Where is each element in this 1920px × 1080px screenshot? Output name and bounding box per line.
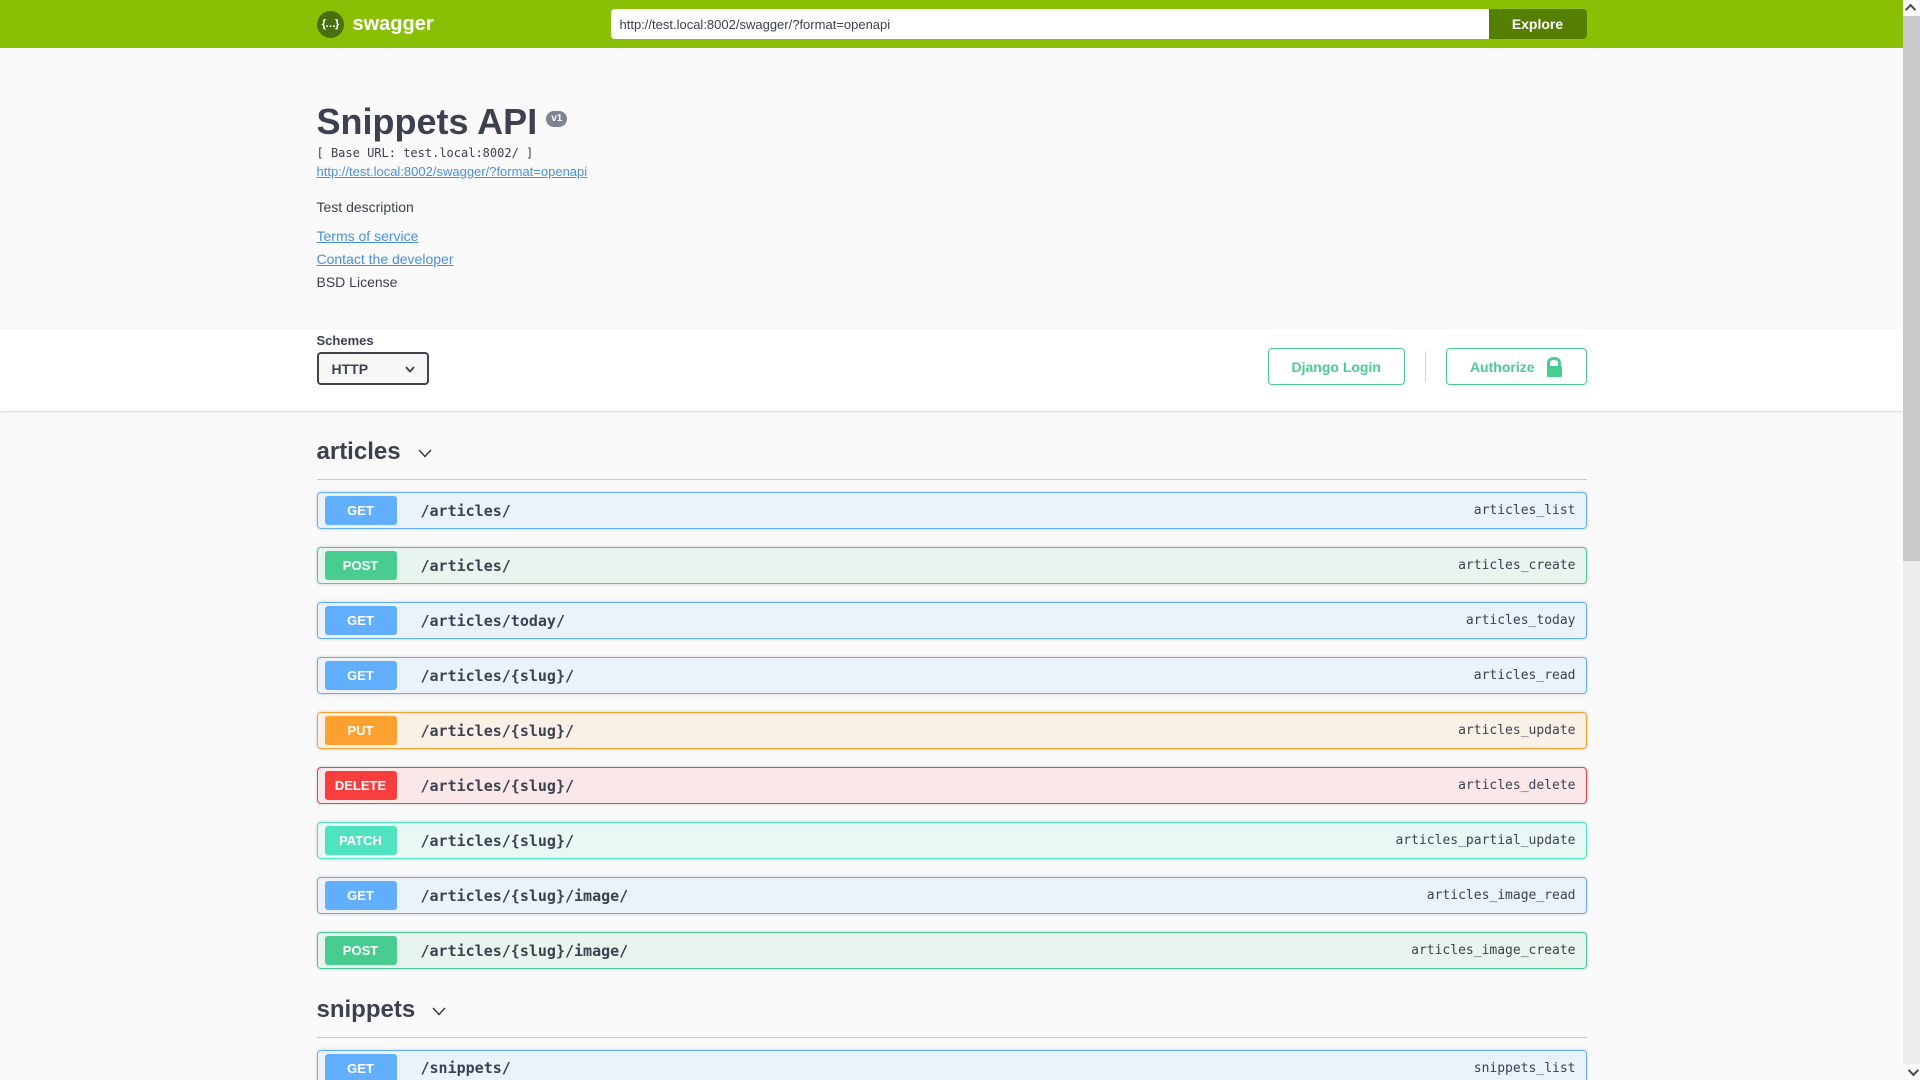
operation-id: articles_update bbox=[1458, 723, 1576, 739]
operation-path: /articles/{slug}/image/ bbox=[420, 941, 629, 960]
section-header-articles[interactable]: articles bbox=[316, 438, 1587, 481]
operation-row[interactable]: GET/articles/articles_list bbox=[316, 492, 1587, 530]
operation-row[interactable]: GET/articles/{slug}/image/articles_image… bbox=[316, 877, 1587, 915]
contact-developer-link[interactable]: Contact the developer bbox=[317, 251, 454, 267]
section-header-snippets[interactable]: snippets bbox=[316, 996, 1587, 1038]
operation-row[interactable]: PUT/articles/{slug}/ articles_update bbox=[316, 712, 1587, 750]
method-badge: PUT bbox=[324, 716, 397, 746]
method-badge: PATCH bbox=[324, 826, 397, 856]
auth-separator bbox=[1424, 351, 1426, 383]
explore-button[interactable]: Explore bbox=[1488, 9, 1587, 39]
swagger-logo-icon: {…} bbox=[316, 10, 344, 38]
authorize-button[interactable]: Authorize bbox=[1445, 348, 1587, 386]
chevron-down-icon bbox=[1907, 1064, 1919, 1077]
swagger-logo: {…} swagger bbox=[316, 10, 434, 38]
operation-row[interactable]: GET/articles/today/articles_today bbox=[316, 602, 1587, 640]
method-badge: GET bbox=[324, 661, 397, 691]
operation-row[interactable]: DELETE/articles/{slug}/ articles_delete bbox=[316, 767, 1587, 805]
operation-id: articles_image_create bbox=[1411, 943, 1576, 959]
auth-wrapper: Django Login Authorize bbox=[1267, 348, 1587, 386]
operation-path: /articles/{slug}/ bbox=[420, 831, 575, 850]
operation-row[interactable]: PATCH/articles/{slug}/ articles_partial_u… bbox=[316, 822, 1587, 860]
operation-path: /snippets/ bbox=[420, 1059, 511, 1078]
license-label: BSD License bbox=[316, 274, 398, 291]
operation-row[interactable]: POST/articles/articles_create bbox=[316, 547, 1587, 585]
method-badge: GET bbox=[324, 1053, 397, 1080]
page-title: Snippets API v1 bbox=[317, 101, 1587, 142]
unlock-icon bbox=[1546, 356, 1563, 377]
operation-row[interactable]: GET/articles/{slug}/ articles_read bbox=[316, 657, 1587, 695]
api-description: Test description bbox=[316, 199, 414, 216]
scrollbar-thumb[interactable] bbox=[1903, 16, 1920, 561]
operation-id: articles_read bbox=[1473, 668, 1576, 684]
api-title-text: Snippets API bbox=[316, 101, 538, 142]
operation-id: articles_image_read bbox=[1426, 888, 1576, 904]
operation-row[interactable]: POST/articles/{slug}/image/articles_imag… bbox=[316, 932, 1587, 970]
django-login-label: Django Login bbox=[1291, 358, 1381, 375]
chevron-down-icon bbox=[432, 1007, 446, 1016]
method-badge: GET bbox=[324, 496, 397, 526]
method-badge: POST bbox=[324, 936, 397, 966]
schemes-block: Schemes HTTP bbox=[316, 333, 429, 386]
base-url: [ Base URL: test.local:8002/ ] bbox=[316, 146, 534, 161]
spec-url-input[interactable] bbox=[610, 9, 1489, 39]
scroll-down-button[interactable] bbox=[1903, 1064, 1920, 1080]
operation-path: /articles/today/ bbox=[420, 611, 566, 630]
operation-id: snippets_list bbox=[1473, 1060, 1576, 1076]
operation-id: articles_create bbox=[1458, 558, 1576, 574]
api-info-section: Snippets API v1 [ Base URL: test.local:80… bbox=[0, 48, 1903, 329]
chevron-down-icon bbox=[404, 366, 415, 373]
swagger-ui-page: {…} swagger Explore Snippets API v1 [ Bas… bbox=[0, 0, 1920, 1080]
section-title: snippets bbox=[316, 996, 416, 1024]
scheme-select[interactable]: HTTP bbox=[316, 352, 429, 386]
spec-link[interactable]: http://test.local:8002/swagger/?format=o… bbox=[317, 164, 588, 179]
operation-path: /articles/{slug}/image/ bbox=[420, 886, 629, 905]
operation-path: /articles/ bbox=[420, 556, 511, 575]
operation-id: articles_partial_update bbox=[1395, 833, 1576, 849]
method-badge: GET bbox=[324, 881, 397, 911]
terms-of-service-link[interactable]: Terms of service bbox=[317, 228, 419, 244]
operation-id: articles_today bbox=[1465, 613, 1576, 629]
operation-path: /articles/{slug}/ bbox=[420, 666, 575, 685]
operation-path: /articles/{slug}/ bbox=[420, 776, 575, 795]
scheme-container: Schemes HTTP Django Login Authorize bbox=[0, 329, 1903, 412]
topbar: {…} swagger Explore bbox=[0, 0, 1903, 48]
version-badge: v1 bbox=[546, 111, 568, 127]
section-title: articles bbox=[316, 438, 401, 466]
schemes-label: Schemes bbox=[316, 333, 374, 349]
scheme-selected-value: HTTP bbox=[331, 360, 369, 377]
chevron-up-icon bbox=[1904, 3, 1916, 16]
django-login-button[interactable]: Django Login bbox=[1267, 348, 1405, 386]
brand-name: swagger bbox=[352, 12, 434, 35]
operations-list: articles GET/articles/articles_list POST/a… bbox=[316, 438, 1587, 1080]
operation-path: /articles/ bbox=[420, 501, 511, 520]
operation-row[interactable]: GET/snippets/snippets_list bbox=[316, 1049, 1587, 1080]
spec-url-form: Explore bbox=[610, 9, 1587, 39]
operation-id: articles_delete bbox=[1458, 778, 1576, 794]
operation-path: /articles/{slug}/ bbox=[420, 721, 575, 740]
scrollbar[interactable] bbox=[1903, 0, 1920, 1080]
method-badge: DELETE bbox=[324, 771, 397, 801]
authorize-label: Authorize bbox=[1469, 358, 1535, 375]
operation-id: articles_list bbox=[1473, 503, 1576, 519]
method-badge: POST bbox=[324, 551, 397, 581]
chevron-down-icon bbox=[417, 449, 432, 458]
scroll-up-button[interactable] bbox=[1903, 0, 1920, 16]
method-badge: GET bbox=[324, 606, 397, 636]
